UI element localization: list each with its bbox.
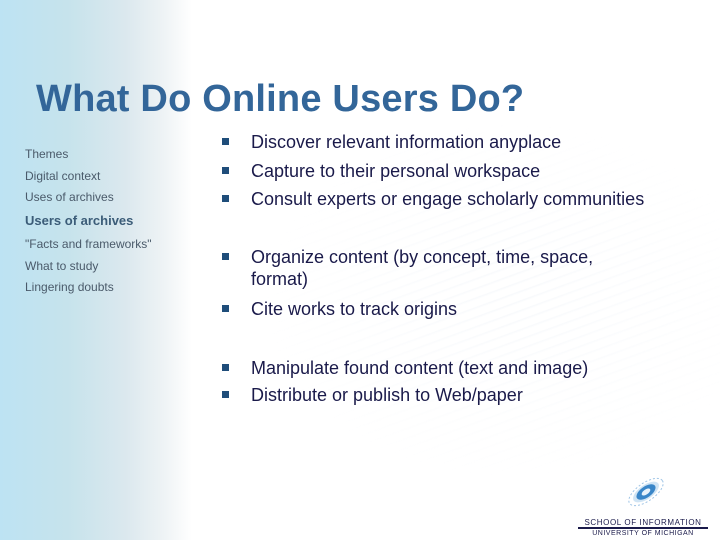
list-item-text: Consult experts or engage scholarly comm… (251, 189, 645, 209)
school-logo: SCHOOL OF INFORMATION UNIVERSITY OF MICH… (578, 470, 713, 540)
slide-title: What Do Online Users Do? (36, 78, 525, 120)
square-bullet-icon (222, 195, 229, 202)
logo-school-name: SCHOOL OF INFORMATION (584, 518, 702, 527)
sidebar-item-users-of-archives[interactable]: Users of archives (25, 213, 133, 228)
list-item-text: Manipulate found content (text and image… (251, 358, 589, 378)
list-item-text: Distribute or publish to Web/paper (251, 385, 523, 405)
sidebar-item-lingering-doubts[interactable]: Lingering doubts (25, 280, 114, 294)
sidebar-item-facts-and-frameworks[interactable]: "Facts and frameworks" (25, 237, 152, 251)
logo-divider (578, 527, 708, 529)
square-bullet-icon (222, 364, 229, 371)
sidebar-item-what-to-study[interactable]: What to study (25, 259, 98, 273)
list-item-text: Capture to their personal workspace (251, 161, 541, 181)
sidebar-item-uses-of-archives[interactable]: Uses of archives (25, 190, 114, 204)
square-bullet-icon (222, 305, 229, 312)
list-item-text: Organize content (by concept, time, spac… (251, 247, 594, 289)
sidebar-item-digital-context[interactable]: Digital context (25, 169, 100, 183)
sidebar-item-themes[interactable]: Themes (25, 147, 68, 161)
square-bullet-icon (222, 138, 229, 145)
square-bullet-icon (222, 253, 229, 260)
list-item-text: Cite works to track origins (251, 299, 458, 319)
square-bullet-icon (222, 391, 229, 398)
logo-university-name: UNIVERSITY OF MICHIGAN (592, 530, 694, 537)
galaxy-logo-icon (628, 477, 664, 507)
list-item-text: Discover relevant information anyplace (251, 132, 562, 152)
square-bullet-icon (222, 167, 229, 174)
